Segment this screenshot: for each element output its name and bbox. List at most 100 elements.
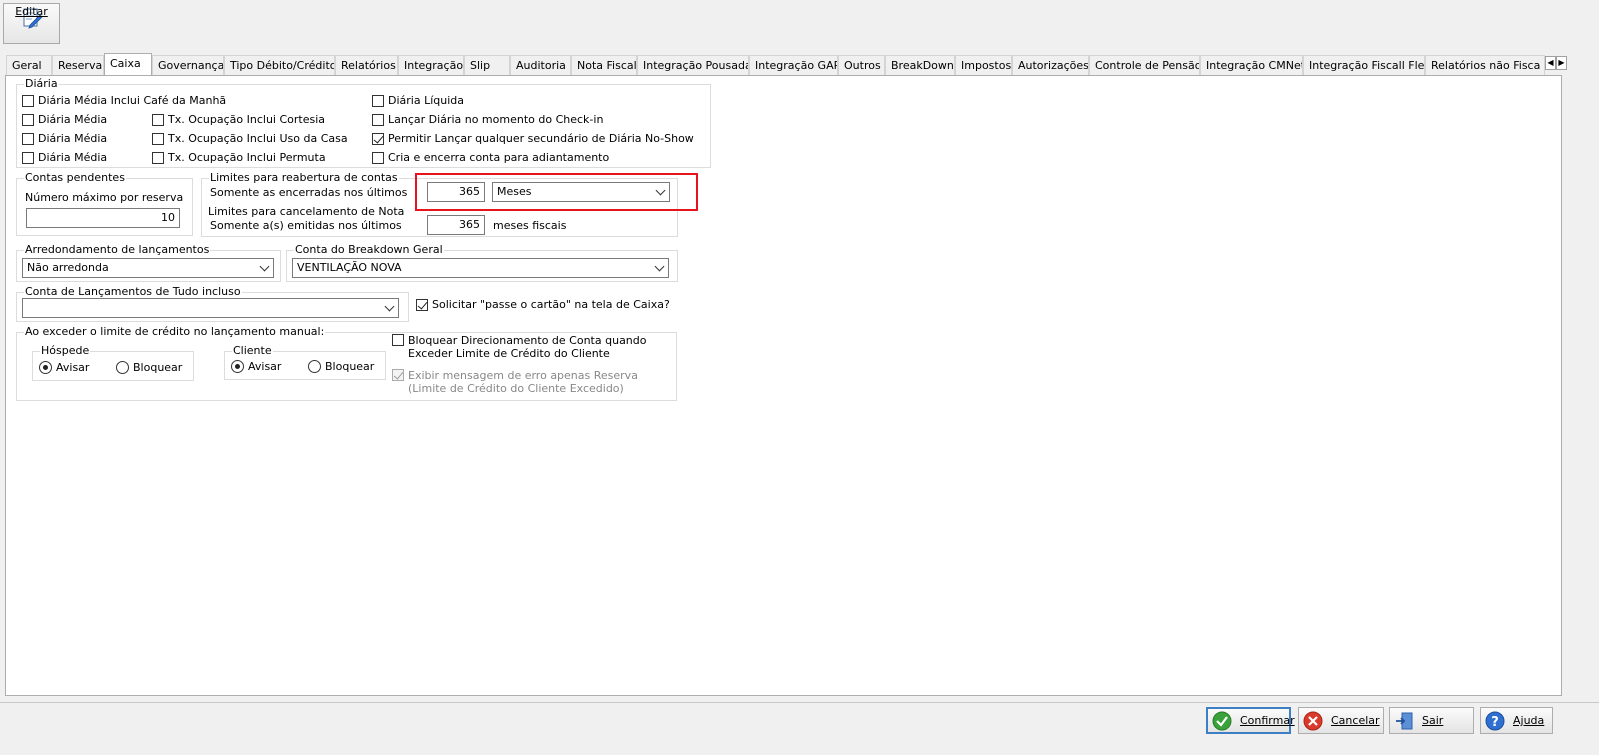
checkbox-box[interactable] — [22, 94, 34, 107]
checkbox-box[interactable] — [372, 113, 384, 126]
limite-credito-title: Ao exceder o limite de crédito no lançam… — [24, 325, 326, 339]
svg-text:?: ? — [1491, 715, 1499, 730]
diaria-media-cafe-checkbox[interactable]: Diária Média Inclui Café da Manhã — [22, 94, 226, 107]
edit-button[interactable]: Editar — [3, 3, 60, 44]
diaria-group-title: Diária — [24, 77, 59, 91]
checkbox-label: Diária Média — [38, 132, 108, 145]
radio-dot-selected[interactable] — [231, 360, 244, 373]
tab-integracao-pousada[interactable]: Integração Pousada — [637, 55, 749, 75]
tab-reserva[interactable]: Reserva — [52, 55, 104, 75]
tab-outros[interactable]: Outros — [838, 55, 885, 75]
tab-nota-fiscal[interactable]: Nota Fiscal — [571, 55, 637, 75]
cliente-title: Cliente — [232, 344, 273, 358]
cancelamento-label: Somente a(s) emitidas nos últimos — [210, 219, 402, 232]
lancar-diaria-checkin-checkbox[interactable]: Lançar Diária no momento do Check-in — [372, 113, 603, 126]
check-icon — [1212, 711, 1232, 730]
checkbox-label: Permitir Lançar qualquer secundário de D… — [388, 132, 694, 145]
tab-tipo-debito-credito[interactable]: Tipo Débito/Crédito — [224, 55, 335, 75]
tudo-incluso-title: Conta de Lançamentos de Tudo incluso — [24, 285, 242, 299]
confirm-label: Confirmar — [1240, 714, 1295, 727]
checkbox-box[interactable] — [392, 334, 404, 346]
checkbox-box[interactable] — [152, 132, 164, 145]
checkbox-box-checked-disabled — [392, 369, 404, 381]
tab-autorizacoes[interactable]: Autorizações — [1012, 55, 1089, 75]
max-por-reserva-label: Número máximo por reserva — [25, 191, 184, 204]
radio-dot[interactable] — [308, 360, 321, 373]
checkbox-label: Diária Média — [38, 151, 108, 164]
checkbox-box-checked[interactable] — [372, 132, 384, 145]
diaria-media-3-checkbox[interactable]: Diária Média — [22, 151, 107, 164]
cliente-avisar-radio[interactable]: Avisar — [231, 360, 281, 373]
reabertura-label: Somente as encerradas nos últimos — [210, 186, 408, 199]
radio-dot[interactable] — [116, 361, 129, 374]
checkbox-label: Bloquear Direcionamento de Conta quando … — [408, 334, 647, 360]
exit-button[interactable]: Sair — [1389, 707, 1474, 734]
checkbox-box[interactable] — [22, 132, 34, 145]
breakdown-title: Conta do Breakdown Geral — [294, 243, 444, 257]
help-button[interactable]: ? Ajuda — [1480, 707, 1553, 734]
bloquear-direcionamento-checkbox[interactable]: Bloquear Direcionamento de Conta quando … — [392, 334, 654, 360]
tab-controle-pensao[interactable]: Controle de Pensão — [1089, 55, 1200, 75]
checkbox-box[interactable] — [22, 151, 34, 164]
tx-ocupacao-cortesia-checkbox[interactable]: Tx. Ocupação Inclui Cortesia — [152, 113, 325, 126]
cancelamento-value-input[interactable]: 365 — [427, 215, 485, 235]
solicitar-passe-cartao-checkbox[interactable]: Solicitar "passe o cartão" na tela de Ca… — [416, 298, 670, 311]
cancelamento-unit-label: meses fiscais — [493, 219, 567, 232]
tab-scroll-left-icon[interactable]: ◀ — [1545, 56, 1556, 70]
tab-relatorios-nao-fiscais[interactable]: Relatórios não Fisca — [1425, 55, 1545, 75]
tab-strip: Geral Reserva Caixa Governança Tipo Débi… — [6, 53, 1566, 75]
cancel-button[interactable]: Cancelar — [1298, 707, 1384, 734]
exit-label: Sair — [1422, 714, 1444, 727]
highlight-box — [415, 173, 698, 211]
checkbox-box[interactable] — [22, 113, 34, 126]
checkbox-box[interactable] — [372, 94, 384, 107]
tab-integracao-fiscall-flex[interactable]: Integração Fiscall Flex — [1303, 55, 1425, 75]
checkbox-label: Diária Média Inclui Café da Manhã — [38, 94, 227, 107]
diaria-media-2-checkbox[interactable]: Diária Média — [22, 132, 107, 145]
tab-relatorios[interactable]: Relatórios — [335, 55, 398, 75]
tudo-incluso-select[interactable] — [22, 298, 399, 318]
checkbox-box[interactable] — [152, 113, 164, 126]
chevron-down-icon — [654, 261, 665, 272]
diaria-liquida-checkbox[interactable]: Diária Líquida — [372, 94, 464, 107]
help-label: Ajuda — [1513, 714, 1545, 727]
radio-label: Avisar — [248, 360, 282, 373]
tab-impostos[interactable]: Impostos — [955, 55, 1012, 75]
tab-integracao-gap[interactable]: Integração GAP — [749, 55, 838, 75]
tab-caixa[interactable]: Caixa — [104, 53, 152, 75]
cria-conta-adiantamento-checkbox[interactable]: Cria e encerra conta para adiantamento — [372, 151, 609, 164]
tab-breakdown[interactable]: BreakDown — [885, 55, 955, 75]
chevron-down-icon — [259, 261, 270, 272]
tab-scroll-right-icon[interactable]: ▶ — [1556, 56, 1567, 70]
checkbox-label: Exibir mensagem de erro apenas Reserva (… — [408, 369, 638, 395]
checkbox-box[interactable] — [372, 151, 384, 164]
checkbox-label: Diária Líquida — [388, 94, 465, 107]
checkbox-label: Tx. Ocupação Inclui Cortesia — [168, 113, 326, 126]
exibir-mensagem-erro-checkbox: Exibir mensagem de erro apenas Reserva (… — [392, 369, 672, 395]
cliente-bloquear-radio[interactable]: Bloquear — [308, 360, 374, 373]
breakdown-select[interactable]: VENTILAÇÃO NOVA — [292, 258, 669, 278]
max-por-reserva-input[interactable]: 10 — [26, 208, 180, 228]
tab-governanca[interactable]: Governança — [152, 55, 224, 75]
tab-integracao[interactable]: Integração — [398, 55, 464, 75]
hospede-avisar-radio[interactable]: Avisar — [39, 361, 89, 374]
hospede-title: Hóspede — [40, 344, 91, 358]
arredondamento-title: Arredondamento de lançamentos — [24, 243, 211, 257]
tab-auditoria[interactable]: Auditoria — [510, 55, 571, 75]
breakdown-value: VENTILAÇÃO NOVA — [297, 261, 402, 274]
confirm-button[interactable]: Confirmar — [1206, 707, 1295, 734]
tab-geral[interactable]: Geral — [6, 55, 52, 75]
checkbox-box[interactable] — [152, 151, 164, 164]
tx-ocupacao-uso-casa-checkbox[interactable]: Tx. Ocupação Inclui Uso da Casa — [152, 132, 348, 145]
hospede-bloquear-radio[interactable]: Bloquear — [116, 361, 182, 374]
checkbox-box-checked[interactable] — [416, 298, 428, 311]
permitir-no-show-checkbox[interactable]: Permitir Lançar qualquer secundário de D… — [372, 132, 694, 145]
tab-slip[interactable]: Slip — [464, 55, 510, 75]
arredondamento-select[interactable]: Não arredonda — [22, 258, 274, 278]
toolbar: Editar — [0, 0, 1599, 48]
tab-integracao-cmnet[interactable]: Integração CMNet — [1200, 55, 1303, 75]
checkbox-label: Tx. Ocupação Inclui Permuta — [168, 151, 326, 164]
radio-dot-selected[interactable] — [39, 361, 52, 374]
diaria-media-1-checkbox[interactable]: Diária Média — [22, 113, 107, 126]
tx-ocupacao-permuta-checkbox[interactable]: Tx. Ocupação Inclui Permuta — [152, 151, 326, 164]
